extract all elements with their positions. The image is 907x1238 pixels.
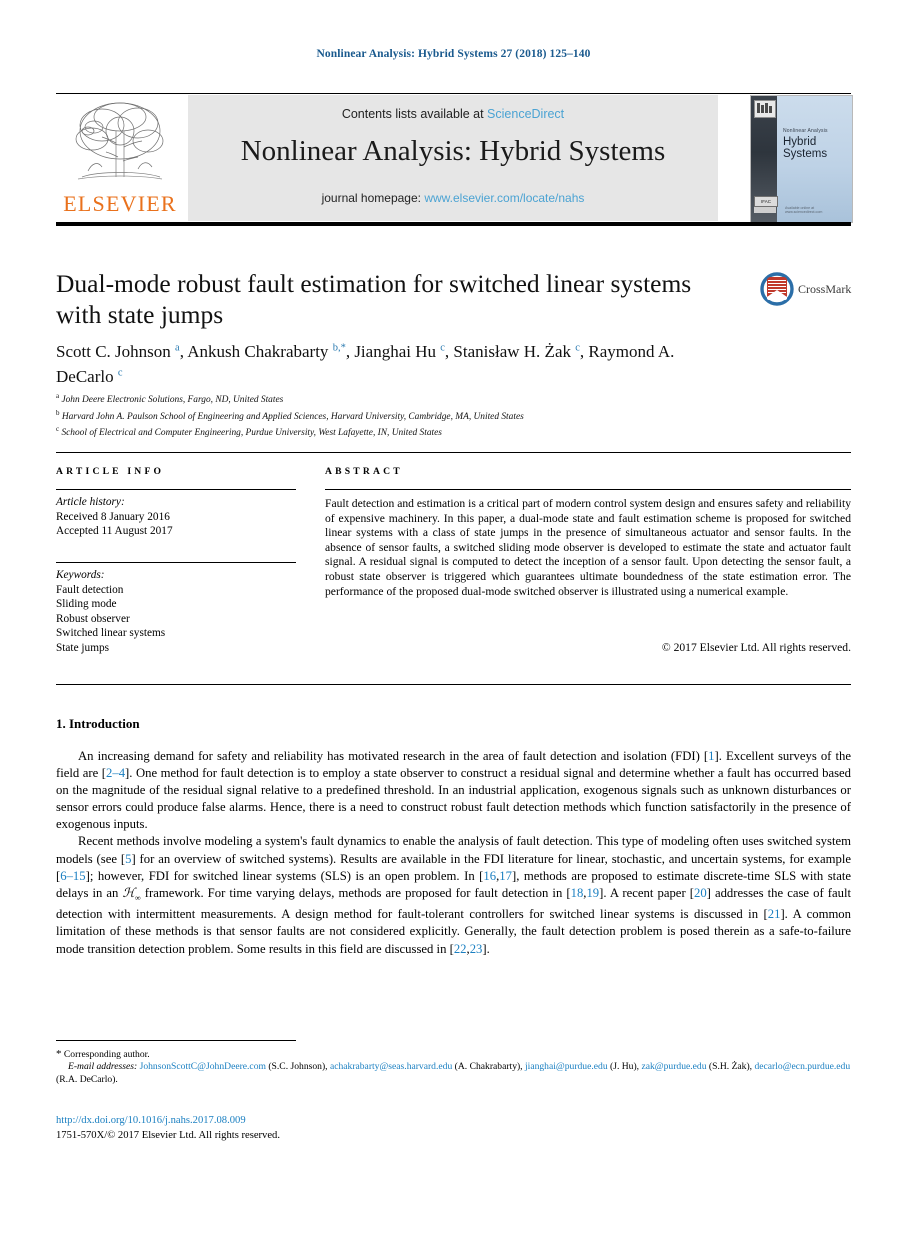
masthead-bottom-rule (56, 222, 851, 226)
info-top-rule (56, 452, 851, 453)
cover-footer-text: Available online at www.sciencedirect.co… (785, 206, 823, 214)
introduction-body: An increasing demand for safety and reli… (56, 748, 851, 958)
abstract-heading: ABSTRACT (325, 466, 403, 477)
issn-copyright: 1751-570X/© 2017 Elsevier Ltd. All right… (56, 1130, 281, 1141)
keywords-rule (56, 562, 296, 563)
paragraph: An increasing demand for safety and reli… (56, 749, 852, 832)
elsevier-wordmark: ELSEVIER (63, 191, 177, 216)
corresponding-author-text: Corresponding author. (63, 1049, 150, 1060)
masthead-top-rule (56, 93, 851, 94)
cover-title-line1: Hybrid (783, 136, 817, 148)
author-list: Scott C. Johnson a, Ankush Chakrabarty b… (56, 337, 736, 388)
footnote-block: * Corresponding author. E-mail addresses… (56, 1048, 851, 1086)
info-mid-rule (56, 489, 296, 490)
abstract-text: Fault detection and estimation is a crit… (325, 497, 851, 598)
paragraph: Recent methods involve modeling a system… (56, 834, 851, 956)
keyword-item: Sliding mode (56, 598, 117, 611)
abstract-rule (325, 489, 851, 490)
article-history-received: Received 8 January 2016 (56, 510, 170, 523)
keywords-label: Keywords: (56, 569, 105, 581)
footnote-rule (56, 1040, 296, 1041)
contents-prefix: Contents lists available at (341, 107, 488, 121)
affiliation-mark: b (56, 408, 60, 417)
keyword-list: Keywords: Fault detection Sliding mode R… (56, 568, 306, 656)
elsevier-tree-icon (75, 102, 164, 180)
affiliation-item: c School of Electrical and Computer Engi… (56, 423, 756, 440)
masthead-panel: Contents lists available at ScienceDirec… (188, 95, 718, 221)
doi-link[interactable]: http://dx.doi.org/10.1016/j.nahs.2017.08… (56, 1115, 246, 1126)
contents-available-line: Contents lists available at ScienceDirec… (188, 107, 718, 121)
cover-elsevier-mark-icon (754, 100, 776, 118)
email-addresses: E-mail addresses: JohnsonScottC@JohnDeer… (56, 1061, 851, 1086)
journal-homepage-link[interactable]: www.elsevier.com/locate/nahs (424, 191, 584, 205)
email-label: E-mail addresses: (68, 1061, 138, 1073)
affiliation-text: Harvard John A. Paulson School of Engine… (61, 411, 524, 422)
paper-page: Nonlinear Analysis: Hybrid Systems 27 (2… (0, 0, 907, 1238)
article-history-accepted: Accepted 11 August 2017 (56, 525, 173, 538)
affiliation-text: John Deere Electronic Solutions, Fargo, … (61, 395, 284, 406)
sciencedirect-link[interactable]: ScienceDirect (487, 107, 564, 121)
journal-homepage-line: journal homepage: www.elsevier.com/locat… (188, 191, 718, 205)
page-title: Dual-mode robust fault estimation for sw… (56, 269, 692, 329)
affiliation-item: a John Deere Electronic Solutions, Fargo… (56, 390, 756, 407)
abstract-copyright: © 2017 Elsevier Ltd. All rights reserved… (661, 641, 851, 654)
crossmark-badge[interactable]: CrossMark (760, 272, 852, 308)
keyword-item: Robust observer (56, 612, 130, 625)
affiliation-mark: a (56, 392, 60, 400)
keyword-item: Switched linear systems (56, 627, 166, 640)
article-history: Article history: Received 8 January 2016… (56, 495, 306, 539)
article-history-label: Article history: (56, 496, 125, 508)
affiliation-item: b Harvard John A. Paulson School of Engi… (56, 407, 756, 424)
journal-title: Nonlinear Analysis: Hybrid Systems (240, 135, 666, 167)
journal-cover-thumbnail[interactable]: Nonlinear Analysis Hybrid Systems IFAC A… (750, 95, 853, 223)
homepage-prefix: journal homepage: (321, 191, 425, 205)
cover-ifac-badge: IFAC (754, 196, 778, 207)
email-links: JohnsonScottC@JohnDeere.com (S.C. Johnso… (56, 1061, 851, 1085)
affiliation-mark: c (56, 425, 60, 434)
corresponding-author-note: * Corresponding author. (56, 1048, 851, 1061)
asterisk-icon: * (56, 1048, 62, 1060)
crossmark-label: CrossMark (798, 282, 852, 296)
abstract-bottom-rule (56, 684, 851, 685)
section-heading-introduction: 1. Introduction (56, 716, 140, 731)
cover-title-line2: Systems (783, 147, 828, 160)
crossmark-icon (760, 272, 794, 306)
cover-title: Hybrid Systems (783, 136, 849, 160)
cover-kicker: Nonlinear Analysis (783, 128, 828, 134)
authors-text: Scott C. Johnson a, Ankush Chakrabarty b… (56, 341, 675, 387)
keyword-item: Fault detection (56, 583, 124, 596)
article-info-heading: ARTICLE INFO (56, 466, 165, 477)
running-head: Nonlinear Analysis: Hybrid Systems 27 (2… (316, 48, 591, 60)
affiliation-list: a John Deere Electronic Solutions, Fargo… (56, 390, 756, 440)
elsevier-logo: ELSEVIER (56, 95, 184, 221)
cover-badge-sub (754, 207, 776, 213)
affiliation-text: School of Electrical and Computer Engine… (61, 428, 442, 439)
journal-masthead: ELSEVIER Contents lists available at Sci… (56, 93, 853, 226)
keyword-item: State jumps (56, 641, 110, 654)
